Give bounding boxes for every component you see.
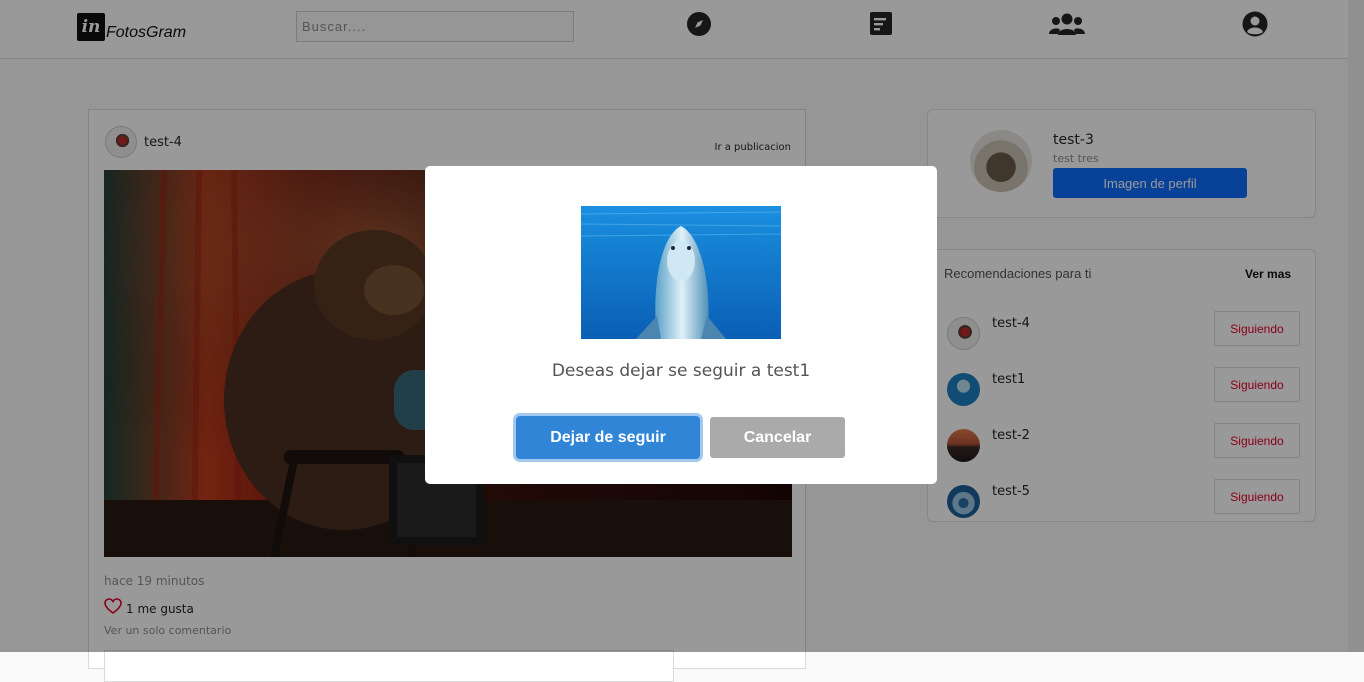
unfollow-confirm-button[interactable]: Dejar de seguir: [516, 416, 700, 459]
comment-input[interactable]: [104, 650, 674, 682]
unfollow-dialog: Deseas dejar se seguir a test1 Dejar de …: [425, 166, 937, 484]
dialog-message: Deseas dejar se seguir a test1: [551, 361, 811, 381]
dialog-user-image: [581, 206, 781, 339]
dolphin-photo: [581, 206, 781, 339]
cancel-button[interactable]: Cancelar: [710, 417, 845, 458]
